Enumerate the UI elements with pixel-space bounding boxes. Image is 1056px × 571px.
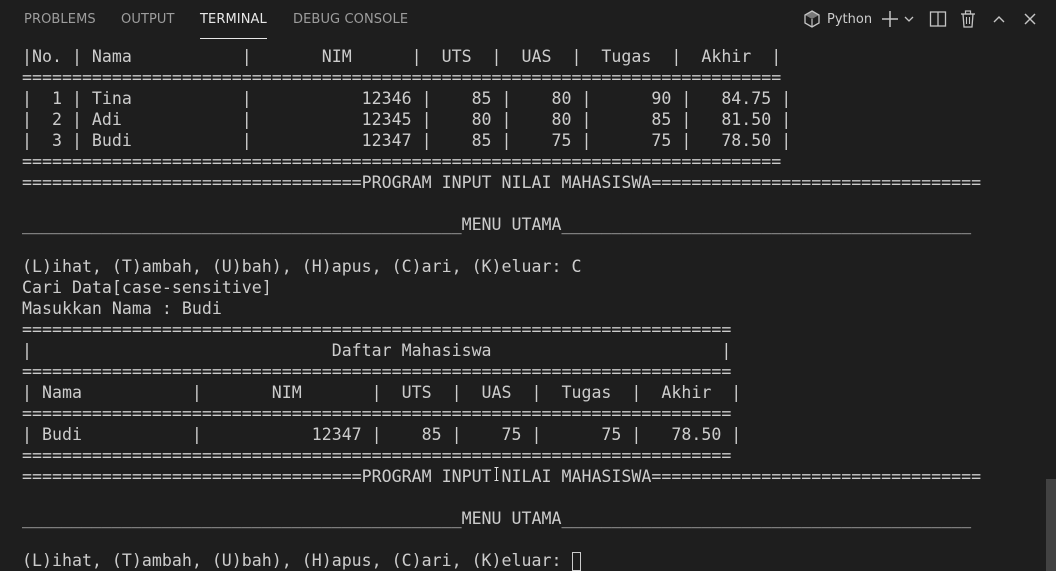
terminal-line: ========================================…: [22, 362, 732, 381]
terminal-line: (L)ihat, (T)ambah, (U)bah), (H)apus, (C)…: [22, 257, 582, 276]
terminal-line: ========================================…: [22, 446, 732, 465]
terminal-line: ==================================PROGRA…: [22, 467, 982, 486]
terminal-line: ==================================PROGRA…: [22, 173, 982, 192]
terminal-output[interactable]: |No. | Nama | NIM | UTS | UAS | Tugas | …: [22, 46, 1032, 571]
chevron-up-icon[interactable]: [991, 8, 1007, 30]
text-cursor: [572, 552, 582, 571]
panel-tab-bar: PROBLEMS OUTPUT TERMINAL DEBUG CONSOLE P…: [0, 0, 1056, 39]
terminal-line: ________________________________________…: [22, 509, 972, 528]
tab-terminal[interactable]: TERMINAL: [200, 0, 267, 39]
terminal-line: ========================================…: [22, 68, 782, 87]
terminal-scrollbar[interactable]: [1046, 479, 1056, 571]
terminal-line: ========================================…: [22, 320, 732, 339]
mouse-ibeam-icon: [494, 466, 499, 481]
tab-output[interactable]: OUTPUT: [121, 0, 175, 39]
plus-icon[interactable]: [880, 8, 900, 30]
terminal-line: | 1 | Tina | 12346 | 85 | 80 | 90 | 84.7…: [22, 89, 792, 108]
terminal-line: Masukkan Nama : Budi: [22, 299, 222, 318]
split-icon[interactable]: [929, 8, 947, 30]
terminal-prompt: (L)ihat, (T)ambah, (U)bah), (H)apus, (C)…: [22, 551, 572, 570]
terminal-profile-label[interactable]: Python: [827, 0, 872, 39]
terminal-line: | Daftar Mahasiswa |: [22, 341, 732, 360]
chevron-down-icon[interactable]: [903, 8, 915, 30]
python-icon[interactable]: [803, 8, 821, 30]
terminal-line: | Budi | 12347 | 85 | 75 | 75 | 78.50 |: [22, 425, 742, 444]
terminal-line: ========================================…: [22, 404, 732, 423]
close-icon[interactable]: [1022, 8, 1038, 30]
terminal-prompt-line[interactable]: (L)ihat, (T)ambah, (U)bah), (H)apus, (C)…: [22, 550, 1032, 571]
terminal-line: Cari Data[case-sensitive]: [22, 278, 272, 297]
trash-icon[interactable]: [959, 8, 977, 30]
tab-problems[interactable]: PROBLEMS: [24, 0, 96, 39]
terminal-line: |No. | Nama | NIM | UTS | UAS | Tugas | …: [22, 47, 782, 66]
terminal-line: | 3 | Budi | 12347 | 85 | 75 | 75 | 78.5…: [22, 131, 792, 150]
terminal-line: ========================================…: [22, 152, 782, 171]
terminal-line: | 2 | Adi | 12345 | 80 | 80 | 85 | 81.50…: [22, 110, 792, 129]
terminal-line: | Nama | NIM | UTS | UAS | Tugas | Akhir…: [22, 383, 742, 402]
terminal-line: ________________________________________…: [22, 215, 972, 234]
tab-debug-console[interactable]: DEBUG CONSOLE: [293, 0, 408, 39]
